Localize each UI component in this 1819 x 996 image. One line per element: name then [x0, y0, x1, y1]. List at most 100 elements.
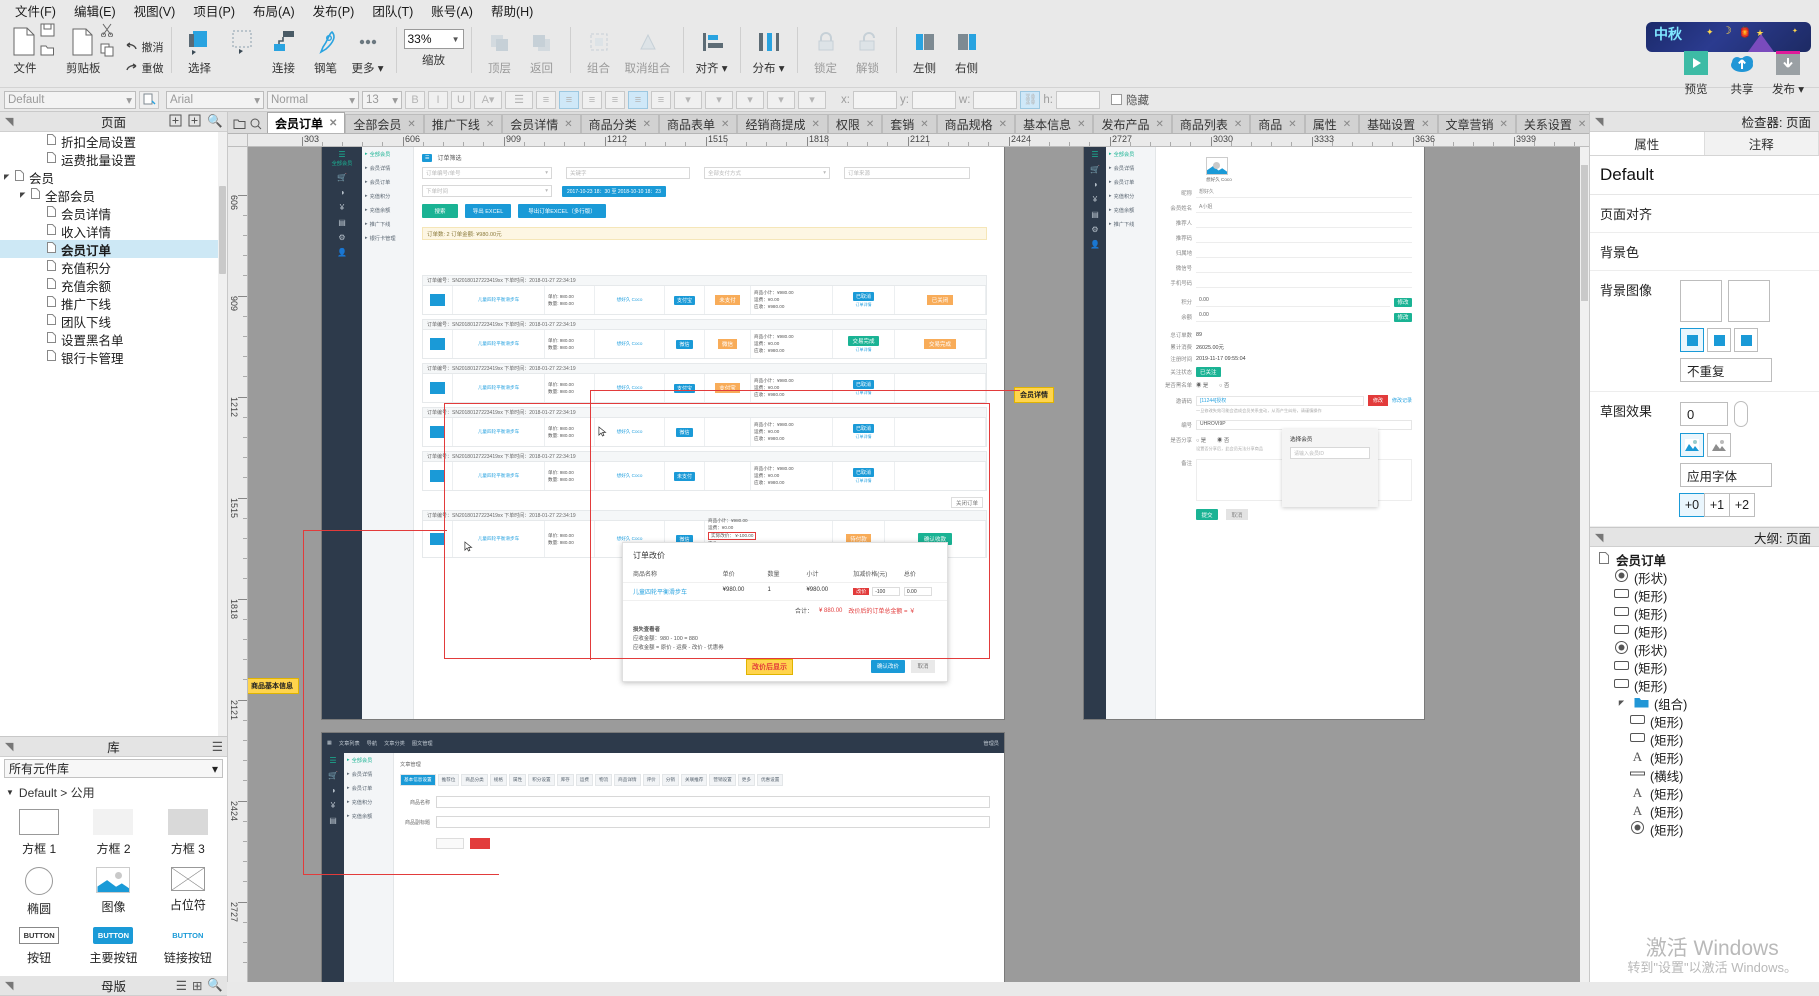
- search-icon[interactable]: 🔍: [207, 114, 223, 130]
- page-tree-item[interactable]: 折扣全局设置: [0, 132, 227, 150]
- outline-item[interactable]: A(矩形): [1590, 802, 1819, 820]
- open-icon[interactable]: [40, 43, 55, 59]
- library-item-link-button[interactable]: BUTTON 链接按钮: [151, 923, 225, 970]
- pen-tool-button[interactable]: 钢笔: [305, 23, 347, 76]
- admin-sidebar-2[interactable]: ☰ 🛒 ◑ ¥ ▤ ⚙ 👤: [1084, 147, 1106, 719]
- send-to-back-button[interactable]: 返回: [521, 23, 563, 76]
- article-tab[interactable]: 分销: [662, 774, 679, 786]
- list-button[interactable]: ☰: [505, 91, 533, 109]
- article-tab[interactable]: 商品详情: [614, 774, 640, 786]
- close-tab-icon[interactable]: ✕: [1578, 119, 1586, 130]
- article-tab[interactable]: 更多: [738, 774, 755, 786]
- canvas-vertical-scrollbar[interactable]: [1580, 147, 1589, 982]
- bg-align-topleft-button[interactable]: [1680, 328, 1704, 352]
- admin-submenu-2[interactable]: ▸全部会员 ▸会员详情 ▸会员订单 ▸充值积分 ▸充值余额 ▸推广下线: [1106, 147, 1156, 719]
- fill-color-button[interactable]: ▾: [674, 91, 702, 109]
- article-tab[interactable]: 属性: [509, 774, 526, 786]
- library-selector[interactable]: 所有元件库 ▾: [4, 759, 223, 778]
- page-tree-item[interactable]: 充值余额: [0, 276, 227, 294]
- close-tab-icon[interactable]: ✕: [1155, 119, 1163, 130]
- invite-code-edit-button[interactable]: 修改: [1368, 395, 1388, 406]
- share-button[interactable]: 共享: [1721, 44, 1763, 97]
- sketch-offset-segments[interactable]: +0 +1 +2: [1680, 493, 1809, 517]
- submenu3-item-1[interactable]: ▸会员详情: [344, 767, 393, 781]
- library-item-image[interactable]: 图像: [76, 863, 150, 921]
- close-tab-icon[interactable]: ✕: [1500, 119, 1508, 130]
- outline-item[interactable]: (矩形): [1590, 586, 1819, 604]
- select-mode-button[interactable]: [221, 23, 263, 59]
- page-tree-item[interactable]: ◤会员: [0, 168, 227, 186]
- ungroup-button[interactable]: 取消组合: [620, 23, 676, 76]
- close-tab-icon[interactable]: ✕: [564, 119, 572, 130]
- close-tab-icon[interactable]: ✕: [1234, 119, 1242, 130]
- article-tab[interactable]: 营销设置: [709, 774, 735, 786]
- x-input[interactable]: [853, 91, 897, 109]
- article-tabs[interactable]: 基本信息设置推荐位商品分类规格属性积分设置库存运费物流商品详情评价分销关联推荐营…: [400, 774, 990, 786]
- product-subtitle-input[interactable]: [436, 816, 990, 828]
- preview-button[interactable]: 预览: [1675, 44, 1717, 97]
- segment-0[interactable]: +0: [1679, 493, 1705, 517]
- hidden-checkbox[interactable]: 隐藏: [1111, 92, 1149, 108]
- sidebar3-item-4[interactable]: ▤: [322, 813, 344, 828]
- submenu-item-5[interactable]: ▸推广下线: [362, 217, 413, 231]
- library-item-box3[interactable]: 方框 3: [151, 805, 225, 861]
- page-tab[interactable]: 商品规格✕: [937, 114, 1015, 133]
- filter-toggle-icon[interactable]: ☰: [422, 154, 432, 162]
- order-card[interactable]: 订单编号：SN20180127223419xx 下单时间：2018-01-27 …: [422, 275, 987, 315]
- sidebar-icon-4[interactable]: ▤: [322, 215, 362, 230]
- page-tree-item[interactable]: 设置黑名单: [0, 330, 227, 348]
- style-select[interactable]: Default▾: [4, 91, 136, 109]
- outline-item[interactable]: (矩形): [1590, 676, 1819, 694]
- hidden-checkbox-box[interactable]: [1111, 94, 1122, 105]
- article-tab[interactable]: 商品分类: [461, 774, 487, 786]
- page-tab[interactable]: 文章营销✕: [1438, 114, 1516, 133]
- close-tab-icon[interactable]: ✕: [643, 119, 651, 130]
- submenu3-item-4[interactable]: ▸充值余额: [344, 809, 393, 823]
- line-width-button[interactable]: ▾: [736, 91, 764, 109]
- nickname-field[interactable]: 想好久: [1196, 188, 1412, 198]
- article-tab[interactable]: 关联推荐: [681, 774, 707, 786]
- segment-2[interactable]: +2: [1729, 493, 1755, 517]
- segment-1[interactable]: +1: [1704, 493, 1730, 517]
- submenu-item-3[interactable]: ▸充值积分: [362, 189, 413, 203]
- font-family-select[interactable]: Arial▾: [166, 91, 264, 109]
- font-size-select[interactable]: 13▾: [362, 91, 402, 109]
- cancel-price-button[interactable]: 取消: [911, 660, 935, 673]
- submenu-item-6[interactable]: ▸银行卡管理: [362, 231, 413, 245]
- outline-item[interactable]: (矩形): [1590, 658, 1819, 676]
- align-center-button[interactable]: ≡: [559, 91, 579, 109]
- sidebar3-item-3[interactable]: ¥: [322, 798, 344, 813]
- article-topbar[interactable]: ▦ 文章列表 导航 文章分类 图文管理 管理员: [322, 733, 1004, 753]
- submenu3-item-0[interactable]: ▸全部会员: [344, 753, 393, 767]
- article-tab[interactable]: 推荐位: [438, 774, 460, 786]
- region-field[interactable]: [1196, 248, 1412, 258]
- submenu2-item-3[interactable]: ▸充值积分: [1106, 189, 1155, 203]
- collapse-icon[interactable]: ◥: [5, 979, 13, 992]
- sidebar2-item-6[interactable]: 👤: [1084, 237, 1106, 252]
- sketch-color-button[interactable]: [1680, 433, 1704, 457]
- sidebar2-item-4[interactable]: ▤: [1084, 207, 1106, 222]
- admin-submenu-3[interactable]: ▸全部会员 ▸会员详情 ▸会员订单 ▸充值积分 ▸充值余额: [344, 753, 394, 982]
- bg-repeat-select[interactable]: 不重复: [1680, 358, 1772, 382]
- points-field[interactable]: 0.00: [1196, 297, 1390, 307]
- underline-button[interactable]: U: [451, 91, 471, 109]
- zoom-control[interactable]: 33% ▼ 缩放: [404, 23, 464, 68]
- library-menu-icon[interactable]: ☰: [212, 739, 223, 754]
- publish-button[interactable]: 发布 ▾: [1767, 44, 1809, 97]
- article-page-mockup[interactable]: ▦ 文章列表 导航 文章分类 图文管理 管理员 ☰ 🛒 ◑ ¥ ▤: [322, 733, 1004, 982]
- page-tab[interactable]: 推广下线✕: [424, 114, 502, 133]
- group-button[interactable]: 组合: [578, 23, 620, 76]
- bring-to-front-button[interactable]: 顶层: [479, 23, 521, 76]
- topbar-user[interactable]: 管理员: [983, 740, 999, 747]
- library-item-primary-button[interactable]: BUTTON 主要按钮: [76, 923, 150, 970]
- page-tab[interactable]: 基础设置✕: [1359, 114, 1437, 133]
- membername-field[interactable]: A小姐: [1196, 203, 1412, 213]
- menu-item-help[interactable]: 帮助(H): [482, 0, 542, 22]
- delete-button[interactable]: [470, 838, 490, 849]
- zoom-select[interactable]: 33% ▼: [404, 29, 464, 49]
- apply-font-button[interactable]: 应用字体: [1680, 463, 1772, 487]
- outline-item[interactable]: (矩形): [1590, 820, 1819, 838]
- italic-button[interactable]: I: [428, 91, 448, 109]
- menu-item-account[interactable]: 账号(A): [422, 0, 482, 22]
- close-tab-icon[interactable]: ✕: [486, 119, 494, 130]
